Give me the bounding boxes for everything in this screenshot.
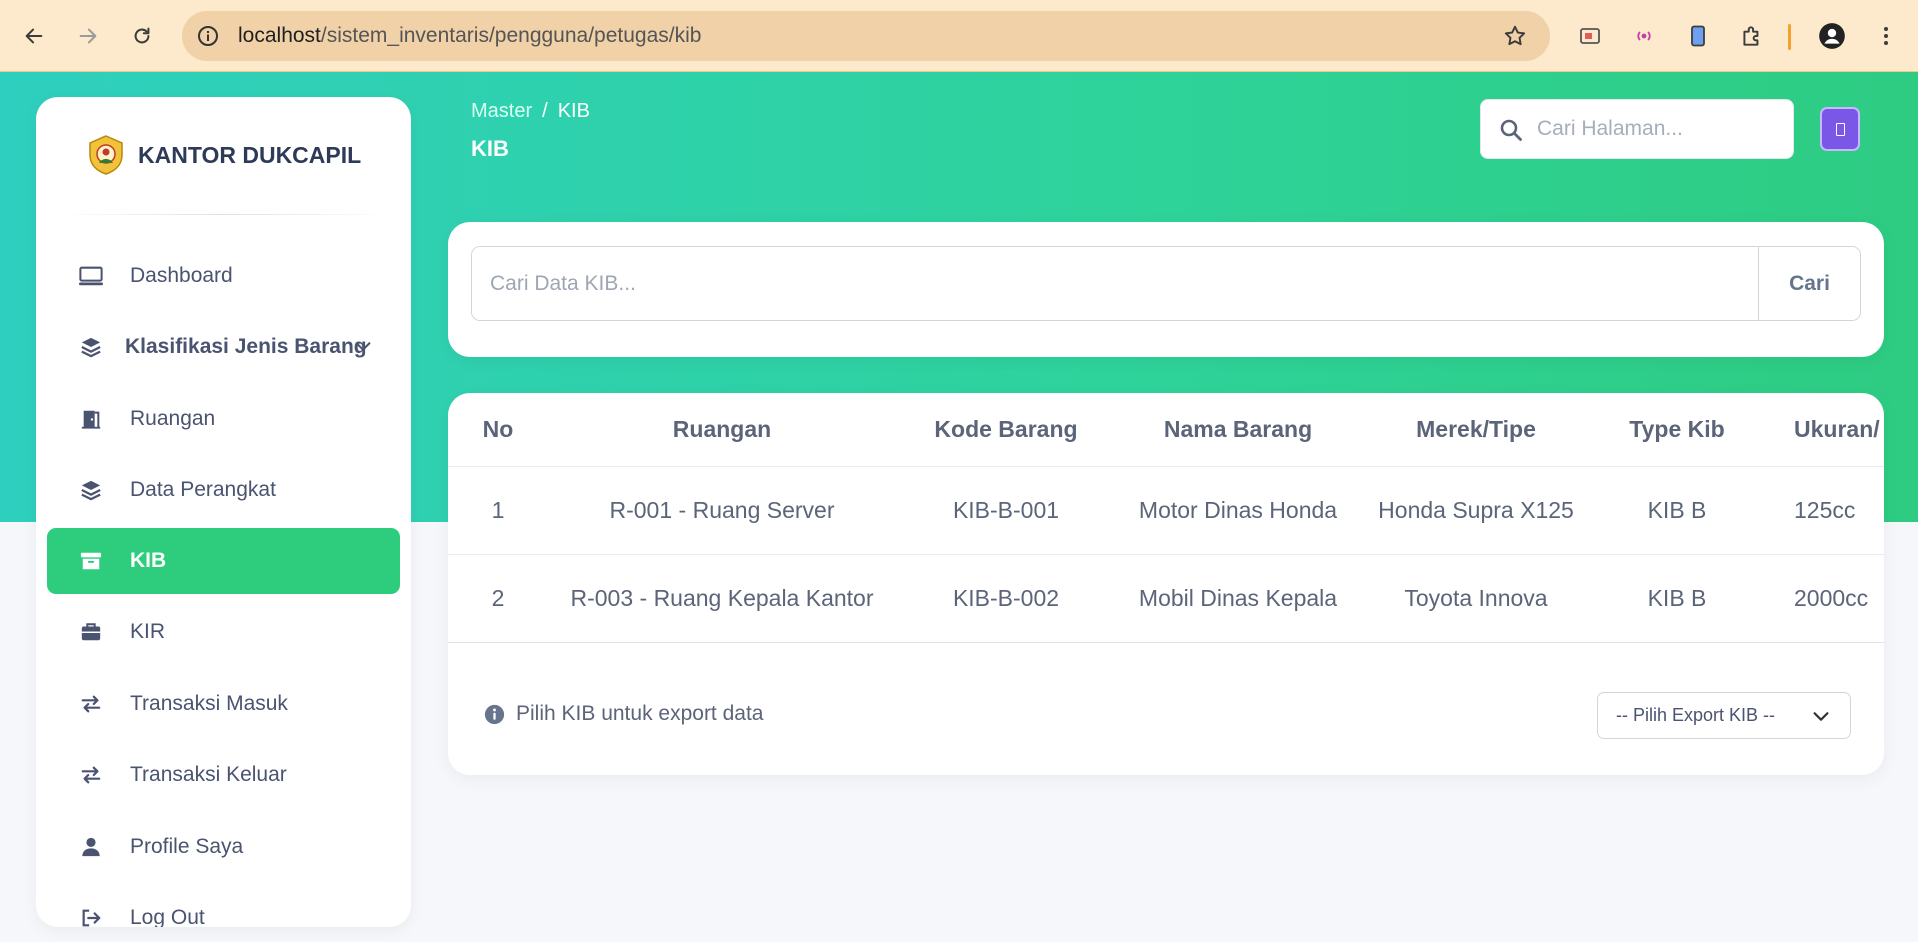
cell-no: 2 [491,585,505,611]
table-header: No Ruangan Kode Barang Nama Barang Merek… [448,393,1884,467]
sidebar-item-dashboard[interactable]: Dashboard [47,243,400,309]
back-icon[interactable] [18,20,50,52]
sidebar-item-label: Profile Saya [130,835,244,858]
kib-search-input[interactable] [472,247,1760,320]
brand-name: KANTOR DUKCAPIL [138,141,362,168]
cell-ukuran: 125cc [1794,497,1856,523]
page-search-input[interactable] [1537,100,1787,158]
breadcrumb-parent[interactable]: Master [471,100,532,122]
kib-search-group: Cari [471,246,1861,321]
cell-no: 1 [491,497,505,523]
bookmark-star-icon[interactable] [1502,23,1528,54]
column-header-no: No [482,416,514,442]
phone-icon[interactable] [1684,22,1712,50]
browser-toolbar: localhost/sistem_inventaris/pengguna/pet… [0,0,1918,72]
sidebar-item-data-perangkat[interactable]: Data Perangkat [47,457,400,523]
exchange-icon [79,692,103,716]
monitor-icon [79,264,103,288]
sidebar-item-label: Data Perangkat [130,478,276,501]
breadcrumb: Master / KIB [471,100,590,123]
breadcrumb-current: KIB [557,100,590,122]
door-icon [79,407,103,431]
sidebar-item-klasifikasi[interactable]: Klasifikasi Jenis Barang [47,314,400,380]
column-header-ruangan: Ruangan [672,416,772,442]
sidebar-item-label: Transaksi Keluar [130,763,287,786]
sidebar-item-kir[interactable]: KIR [47,599,400,665]
sidebar-item-label: Dashboard [130,264,233,287]
address-bar[interactable]: localhost/sistem_inventaris/pengguna/pet… [182,11,1550,61]
exchange-icon [79,763,103,787]
layers-icon [79,335,103,359]
sidebar-item-label: Transaksi Masuk [130,692,288,715]
sidebar-divider [56,214,391,215]
sidebar-item-transaksi-keluar[interactable]: Transaksi Keluar [47,742,400,808]
cell-merek-tipe: Toyota Innova [1404,585,1548,611]
page-search [1480,99,1794,159]
cell-type-kib: KIB B [1647,497,1707,523]
forward-icon[interactable] [72,20,104,52]
sidebar-item-profile[interactable]: Profile Saya [47,814,400,880]
profile-avatar-icon[interactable] [1818,22,1846,50]
cell-nama-barang: Mobil Dinas Kepala [1138,585,1338,611]
page-title: KIB [471,136,509,161]
cast-icon[interactable] [1576,22,1604,50]
column-header-ukuran: Ukuran/ [1794,416,1880,442]
column-header-type-kib: Type Kib [1629,416,1725,442]
sidebar-item-label: Ruangan [130,407,216,430]
export-hint-text: Pilih KIB untuk export data [516,702,764,725]
briefcase-icon [79,620,103,644]
cell-ukuran: 2000cc [1794,585,1869,611]
extensions-icon[interactable] [1738,22,1766,50]
sidebar-item-logout[interactable]: Log Out [47,885,400,927]
reload-icon[interactable] [126,20,158,52]
sidebar: KANTOR DUKCAPIL Dashboard Klasifikasi Je… [36,97,411,927]
broadcast-icon[interactable] [1630,22,1658,50]
cell-merek-tipe: Honda Supra X125 [1378,497,1574,523]
search-card: Cari [448,222,1884,357]
menu-icon [1835,122,1845,136]
dukcapil-logo-icon [84,133,128,177]
toolbar-divider [1788,24,1791,50]
cell-ruangan: R-003 - Ruang Kepala Kantor [570,585,874,611]
sidebar-item-label: KIR [130,620,166,643]
table-row[interactable]: 1 R-001 - Ruang Server KIB-B-001 Motor D… [448,467,1884,555]
search-button[interactable]: Cari [1758,247,1860,320]
breadcrumb-separator: / [542,100,548,122]
export-kib-select[interactable]: -- Pilih Export KIB -- [1597,692,1851,739]
chevron-down-icon [1810,705,1832,727]
column-header-kode-barang: Kode Barang [934,416,1078,442]
browser-menu-icon[interactable] [1872,22,1900,50]
sidebar-item-label: Log Out [130,906,205,927]
url-text: localhost/sistem_inventaris/pengguna/pet… [238,24,702,47]
sidebar-item-label: Klasifikasi Jenis Barang [125,335,367,358]
sidebar-item-ruangan[interactable]: Ruangan [47,386,400,452]
column-header-merek-tipe: Merek/Tipe [1416,416,1536,442]
chevron-down-icon [352,335,376,359]
table-row[interactable]: 2 R-003 - Ruang Kepala Kantor KIB-B-002 … [448,555,1884,643]
export-hint: Pilih KIB untuk export data [484,702,763,726]
user-icon [79,835,103,859]
site-info-icon[interactable] [196,24,220,48]
brand[interactable]: KANTOR DUKCAPIL [84,133,361,177]
menu-button[interactable] [1820,107,1860,151]
cell-kode-barang: KIB-B-001 [952,497,1060,523]
cell-type-kib: KIB B [1647,585,1707,611]
cell-ruangan: R-001 - Ruang Server [609,497,835,523]
sidebar-item-kib[interactable]: KIB [47,528,400,594]
cell-nama-barang: Motor Dinas Honda [1138,497,1338,523]
sidebar-item-label: KIB [130,549,167,572]
export-select-value: -- Pilih Export KIB -- [1616,705,1776,725]
info-icon [484,704,505,725]
column-header-nama-barang: Nama Barang [1163,416,1313,442]
sidebar-item-transaksi-masuk[interactable]: Transaksi Masuk [47,671,400,737]
search-icon [1499,118,1523,142]
layers-icon [79,478,103,502]
logout-icon [79,906,103,927]
cell-kode-barang: KIB-B-002 [952,585,1060,611]
kib-table-card: No Ruangan Kode Barang Nama Barang Merek… [448,393,1884,775]
archive-icon [79,549,103,573]
